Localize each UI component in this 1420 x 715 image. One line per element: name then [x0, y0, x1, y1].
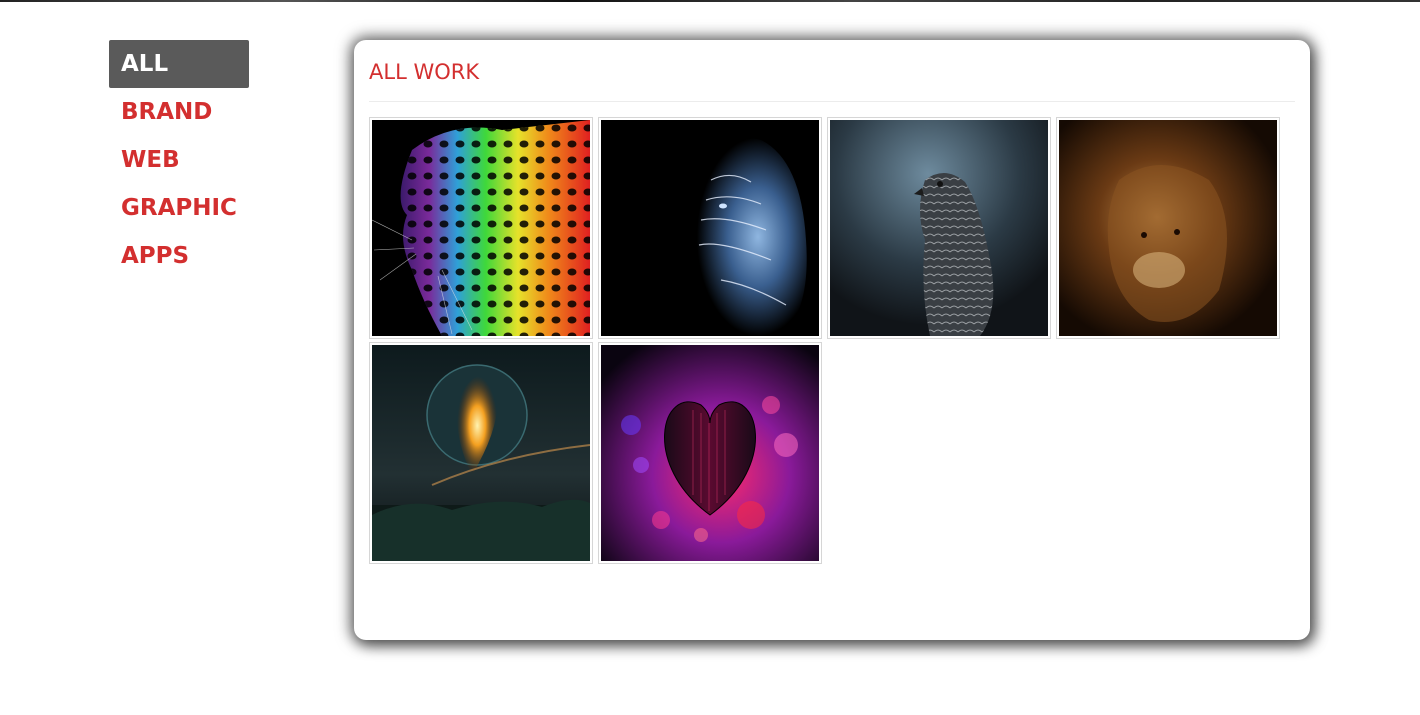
gallery-thumb-lion[interactable]: [1056, 117, 1280, 339]
rainbow-leopard-image: [372, 120, 590, 336]
nav-item-brand[interactable]: BRAND: [109, 88, 249, 136]
panel-title: ALL WORK: [369, 60, 480, 84]
nav-item-all[interactable]: ALL: [109, 40, 249, 88]
gallery-thumb-hawk[interactable]: [827, 117, 1051, 339]
nav-item-web[interactable]: WEB: [109, 136, 249, 184]
glowing-tiger-image: [601, 120, 819, 336]
top-border: [0, 0, 1420, 2]
hawk-image: [830, 120, 1048, 336]
nav-item-graphic[interactable]: GRAPHIC: [109, 184, 249, 232]
glowing-heart-planet-image: [372, 345, 590, 561]
gallery-thumb-rainbow-leopard[interactable]: [369, 117, 593, 339]
title-divider: [369, 101, 1295, 102]
category-nav: ALL BRAND WEB GRAPHIC APPS: [109, 40, 249, 280]
gallery-thumb-glowing-tiger[interactable]: [598, 117, 822, 339]
gallery-thumb-glowing-heart-planet[interactable]: [369, 342, 593, 564]
heart-bokeh-image: [601, 345, 819, 561]
work-panel: ALL WORK: [354, 40, 1310, 640]
lion-image: [1059, 120, 1277, 336]
gallery-thumb-heart-bokeh[interactable]: [598, 342, 822, 564]
nav-item-apps[interactable]: APPS: [109, 232, 249, 280]
